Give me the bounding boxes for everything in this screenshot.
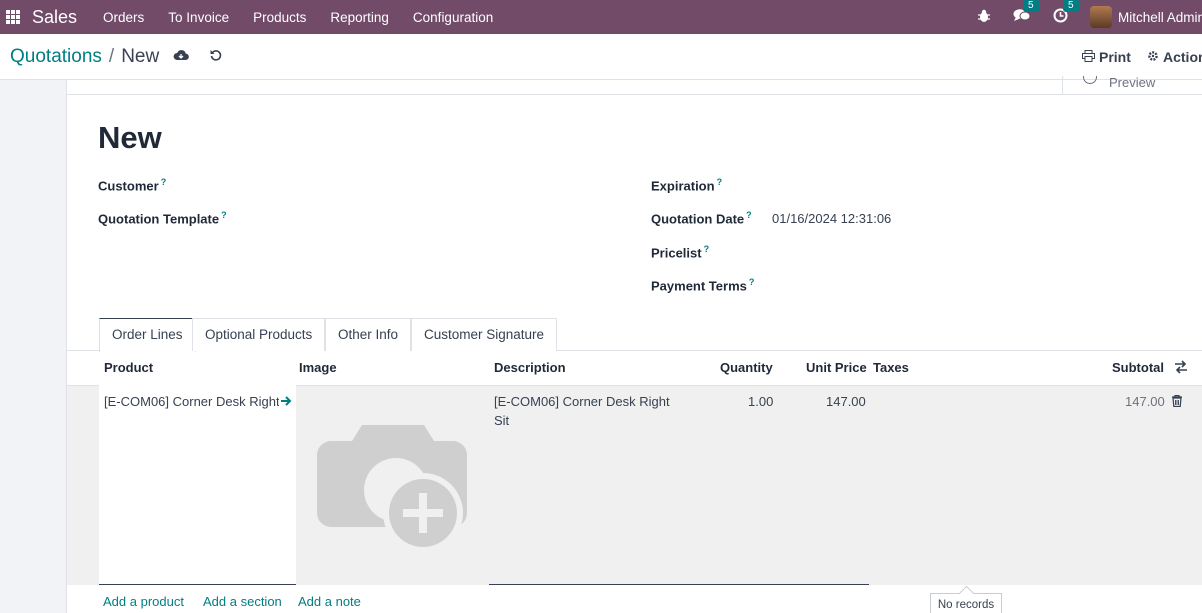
form-tabs: Order Lines Optional Products Other Info… <box>67 318 1202 352</box>
control-panel: Quotations / New Print Action <box>0 34 1202 80</box>
user-avatar[interactable] <box>1089 6 1112 28</box>
tab-optional-products[interactable]: Optional Products <box>192 318 326 351</box>
breadcrumb-current: New <box>121 46 160 67</box>
internal-link-arrow-icon[interactable] <box>280 395 292 410</box>
breadcrumb-separator: / <box>108 46 115 67</box>
col-header-unit-price[interactable]: Unit Price <box>806 360 867 375</box>
description-cell-line1[interactable]: [E-COM06] Corner Desk Right <box>494 394 670 409</box>
activities-badge: 5 <box>1062 0 1079 12</box>
activities-clock-icon[interactable]: 5 <box>1053 0 1079 26</box>
record-title: New <box>98 120 162 155</box>
quotation-date-field[interactable]: 01/16/2024 12:31:06 <box>772 211 891 226</box>
breadcrumb: Quotations / New <box>10 46 159 68</box>
delete-trash-icon[interactable] <box>1172 394 1182 410</box>
menu-to-invoice[interactable]: To Invoice <box>168 10 229 25</box>
top-navbar: Sales Orders To Invoice Products Reporti… <box>0 0 1202 34</box>
quotation-date-label: Quotation Date? <box>651 210 752 227</box>
add-product-link[interactable]: Add a product <box>103 594 184 609</box>
description-cell-line2[interactable]: Sit <box>494 413 509 428</box>
action-label: Action <box>1163 49 1202 65</box>
messages-badge: 5 <box>1022 0 1039 12</box>
tab-customer-signature[interactable]: Customer Signature <box>411 318 558 351</box>
apps-menu-icon[interactable] <box>6 10 20 24</box>
product-cell[interactable]: [E-COM06] Corner Desk Right Sit <box>104 394 279 409</box>
preview-globe-icon <box>1083 76 1097 84</box>
preview-button[interactable]: Preview <box>1062 76 1202 94</box>
optional-columns-toggle-icon[interactable] <box>1174 360 1188 377</box>
status-bar <box>67 80 1202 95</box>
breadcrumb-quotations-link[interactable]: Quotations <box>10 46 102 68</box>
add-note-link[interactable]: Add a note <box>298 594 361 609</box>
form-sheet: Preview New Customer? Quotation Template… <box>66 76 1202 613</box>
gear-icon <box>1147 49 1159 65</box>
quotation-template-label: Quotation Template? <box>98 210 227 227</box>
col-header-subtotal[interactable]: Subtotal <box>1112 360 1164 375</box>
no-records-tooltip: No records <box>930 593 1002 613</box>
subtotal-cell: 147.00 <box>1125 394 1165 409</box>
col-header-taxes[interactable]: Taxes <box>873 360 909 375</box>
expiration-label: Expiration? <box>651 177 723 194</box>
menu-orders[interactable]: Orders <box>103 10 144 25</box>
debug-bug-icon[interactable] <box>977 9 991 26</box>
col-header-quantity[interactable]: Quantity <box>720 360 773 375</box>
menu-reporting[interactable]: Reporting <box>330 10 389 25</box>
pricelist-label: Pricelist? <box>651 244 710 261</box>
action-button[interactable]: Action <box>1147 49 1202 65</box>
preview-label: Preview <box>1109 76 1156 90</box>
user-name[interactable]: Mitchell Admin <box>1118 10 1202 25</box>
col-header-image[interactable]: Image <box>299 360 337 375</box>
printer-icon <box>1082 49 1095 65</box>
customer-label: Customer? <box>98 177 167 194</box>
save-cloud-icon[interactable] <box>173 48 189 64</box>
print-label: Print <box>1099 49 1131 65</box>
description-cell-underline <box>489 584 869 585</box>
tab-other-info[interactable]: Other Info <box>325 318 412 351</box>
unit-price-cell[interactable]: 147.00 <box>826 394 866 409</box>
messages-icon[interactable]: 5 <box>1013 0 1039 26</box>
print-button[interactable]: Print <box>1082 49 1131 65</box>
payment-terms-label: Payment Terms? <box>651 277 755 294</box>
quantity-cell[interactable]: 1.00 <box>748 394 773 409</box>
product-image-placeholder[interactable] <box>317 425 467 558</box>
col-header-description[interactable]: Description <box>494 360 566 375</box>
app-name[interactable]: Sales <box>32 7 77 28</box>
add-section-link[interactable]: Add a section <box>203 594 282 609</box>
discard-undo-icon[interactable] <box>209 48 223 65</box>
product-cell-editor[interactable] <box>99 385 296 585</box>
col-header-product[interactable]: Product <box>104 360 153 375</box>
menu-products[interactable]: Products <box>253 10 306 25</box>
tab-order-lines[interactable]: Order Lines <box>99 318 196 352</box>
menu-configuration[interactable]: Configuration <box>413 10 493 25</box>
